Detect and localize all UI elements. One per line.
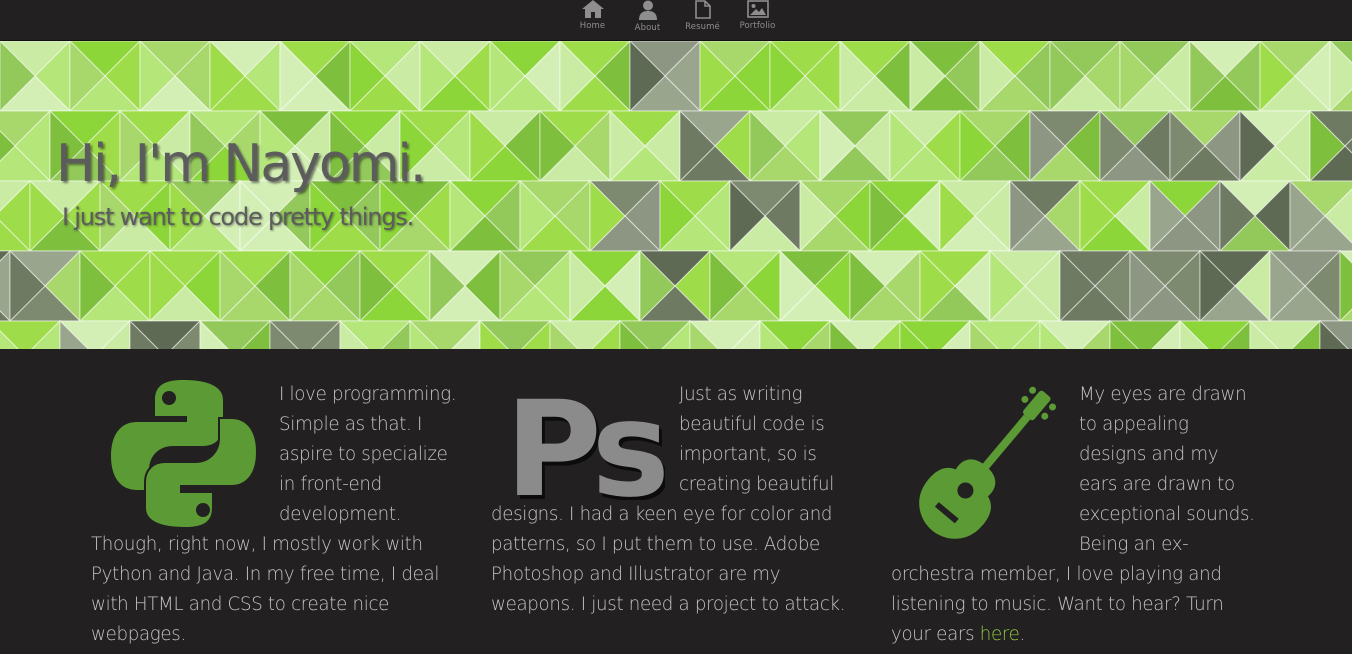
python-logo-icon bbox=[91, 380, 263, 530]
ukulele-icon bbox=[891, 380, 1063, 560]
nav-item-home[interactable]: Home bbox=[565, 0, 620, 40]
picture-icon bbox=[746, 0, 769, 18]
hero-title: Hi, I'm Nayomi. bbox=[56, 134, 426, 194]
music-text-end: . bbox=[1019, 624, 1026, 645]
document-icon bbox=[694, 0, 711, 19]
nav-item-about[interactable]: About bbox=[620, 0, 675, 40]
user-icon bbox=[638, 0, 657, 20]
nav-label-about: About bbox=[634, 23, 661, 33]
nav-label-portfolio: Portfolio bbox=[739, 21, 776, 31]
programming-column: I love programming. Simple as that. I as… bbox=[91, 380, 461, 650]
main-nav: Home About Resumé Portfolio bbox=[565, 0, 785, 40]
listen-here-link[interactable]: here bbox=[980, 624, 1020, 645]
hero-subtitle: I just want to code pretty things. bbox=[62, 203, 414, 231]
photoshop-logo-icon: Ps Ps bbox=[491, 373, 675, 531]
nav-label-home: Home bbox=[579, 21, 606, 31]
intro-section: I love programming. Simple as that. I as… bbox=[0, 349, 1352, 654]
pattern-triangle bbox=[1339, 249, 1352, 323]
design-column: Ps Ps Just as writing beautiful code is … bbox=[491, 373, 861, 620]
pattern-triangle bbox=[0, 249, 11, 323]
nav-label-resume: Resumé bbox=[685, 22, 720, 32]
music-column: My eyes are drawn to appealing designs a… bbox=[891, 380, 1261, 650]
nav-item-portfolio[interactable]: Portfolio bbox=[730, 0, 785, 40]
ps-icon-text: Ps bbox=[505, 380, 664, 500]
hero-banner: Hi, I'm Nayomi. I just want to code pret… bbox=[0, 40, 1352, 349]
nav-item-resume[interactable]: Resumé bbox=[675, 0, 730, 40]
home-icon bbox=[581, 0, 604, 18]
top-navigation-bar: Home About Resumé Portfolio bbox=[0, 0, 1352, 40]
geometric-pattern-background bbox=[0, 41, 1352, 349]
